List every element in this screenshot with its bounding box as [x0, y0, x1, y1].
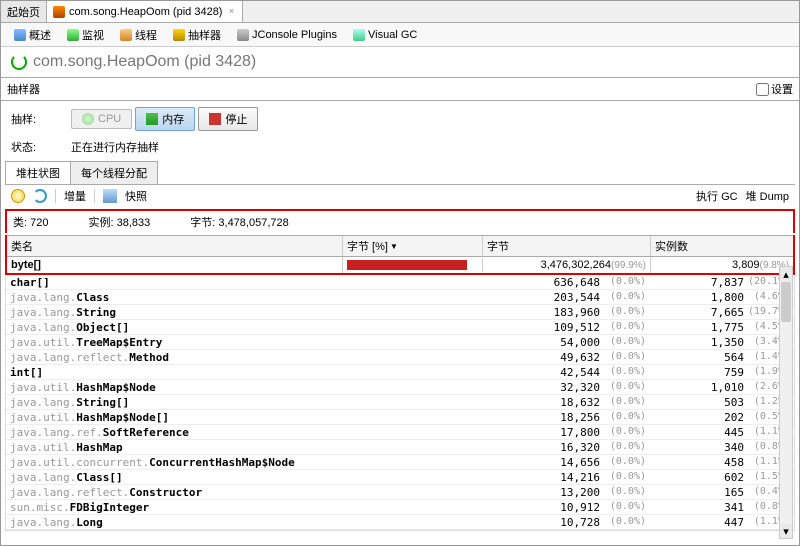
summary-row: 类: 720 实例: 38,833 字节: 3,478,057,728	[5, 209, 795, 233]
table-row[interactable]: java.lang.Long 10,728(0.0%)447(1.1%)	[6, 515, 794, 530]
small-toolbar: 增量 快照 执行 GC 堆 Dump	[5, 185, 795, 207]
header-bytes-pct[interactable]: 字节 [%] ▼	[343, 236, 483, 256]
title-row: com.song.HeapOom (pid 3428)	[1, 47, 799, 77]
jconsole-icon	[237, 29, 249, 41]
table-header: 类名 字节 [%] ▼ 字节 实例数	[7, 235, 793, 257]
header-classname[interactable]: 类名	[7, 236, 343, 256]
close-icon[interactable]: ×	[226, 7, 236, 17]
cell-instances: 447(1.1%)	[650, 514, 794, 531]
cell-bar	[342, 505, 482, 509]
stop-button[interactable]: 停止	[198, 107, 258, 131]
sort-desc-icon: ▼	[390, 242, 398, 251]
header-bytes[interactable]: 字节	[483, 236, 651, 256]
pause-icon[interactable]	[11, 189, 25, 203]
cell-bar	[342, 460, 482, 464]
controls-panel: 抽样: CPU 内存 停止 状态: 正在进行内存抽样	[1, 101, 799, 161]
cell-bar	[342, 520, 482, 524]
status-value: 正在进行内存抽样	[71, 139, 789, 155]
cpu-button: CPU	[71, 109, 132, 129]
table-row-highlight[interactable]: byte[] 3,476,302,264(99.9%) 3,809(9.8%)	[5, 257, 795, 275]
scroll-down-icon[interactable]: ▾	[780, 524, 792, 538]
cell-bar	[342, 490, 482, 494]
subtab-heap[interactable]: 堆柱状图	[5, 161, 71, 184]
cpu-icon	[82, 113, 94, 125]
subtabs: 堆柱状图 每个线程分配	[5, 161, 795, 185]
header-instances[interactable]: 实例数	[651, 236, 793, 256]
scroll-up-icon[interactable]: ▴	[780, 267, 792, 281]
heap-dump-button[interactable]: 堆 Dump	[746, 188, 789, 204]
top-tabs: 起始页 com.song.HeapOom (pid 3428) ×	[1, 1, 799, 23]
monitor-button[interactable]: 监视	[62, 25, 109, 45]
tab-main[interactable]: com.song.HeapOom (pid 3428) ×	[47, 1, 243, 22]
table-body: char[]636,648(0.0%)7,837(20.1%)java.lang…	[5, 275, 795, 531]
snapshot-button[interactable]: 快照	[125, 188, 147, 204]
settings-checkbox[interactable]	[756, 83, 769, 96]
view-toolbar: 概述 监视 线程 抽样器 JConsole Plugins Visual GC	[1, 23, 799, 47]
classes-count: 720	[30, 217, 48, 229]
scroll-thumb[interactable]	[781, 282, 791, 322]
cell-classname: java.lang.Long	[6, 514, 342, 531]
cell-bar	[342, 355, 482, 359]
cell-bar	[342, 370, 482, 374]
cell-bar	[342, 445, 482, 449]
scrollbar[interactable]: ▴ ▾	[779, 266, 793, 539]
visualgc-icon	[353, 29, 365, 41]
snapshot-icon	[103, 189, 117, 203]
cell-bar	[342, 430, 482, 434]
gc-button[interactable]: 执行 GC	[696, 188, 738, 204]
cell-bar	[342, 415, 482, 419]
tab-start-page[interactable]: 起始页	[1, 1, 47, 22]
overview-icon	[14, 29, 26, 41]
sampler-button[interactable]: 抽样器	[168, 25, 226, 45]
cell-bar	[342, 280, 482, 284]
bytes-count: 3,478,057,728	[218, 217, 288, 229]
visualgc-button[interactable]: Visual GC	[348, 27, 422, 43]
cell-instances: 3,809(9.8%)	[651, 257, 793, 273]
instances-count: 38,833	[117, 217, 151, 229]
sampler-label: 抽样器	[7, 81, 40, 97]
cell-bytes: 3,476,302,264(99.9%)	[483, 257, 651, 273]
table-wrap: 类名 字节 [%] ▼ 字节 实例数	[5, 235, 795, 257]
cell-bar	[342, 385, 482, 389]
tab-start-label: 起始页	[7, 4, 40, 20]
cell-bar	[342, 295, 482, 299]
status-label: 状态:	[11, 139, 71, 155]
page-title: com.song.HeapOom (pid 3428)	[33, 53, 256, 71]
cell-classname: byte[]	[7, 257, 343, 273]
cell-bar	[343, 258, 483, 272]
delta-button[interactable]: 增量	[64, 188, 86, 204]
sampler-icon	[173, 29, 185, 41]
subtab-per-thread[interactable]: 每个线程分配	[70, 161, 158, 184]
sample-label: 抽样:	[11, 111, 71, 127]
cell-bar	[342, 400, 482, 404]
cell-bar	[342, 325, 482, 329]
cell-bytes: 10,728(0.0%)	[482, 514, 650, 531]
java-icon	[53, 6, 65, 18]
memory-icon	[146, 113, 158, 125]
overview-button[interactable]: 概述	[9, 25, 56, 45]
sampler-bar: 抽样器 设置	[1, 77, 799, 101]
jconsole-button[interactable]: JConsole Plugins	[232, 27, 342, 43]
refresh-icon[interactable]	[11, 54, 27, 70]
stop-icon	[209, 113, 221, 125]
refresh-small-icon[interactable]	[33, 189, 47, 203]
monitor-icon	[67, 29, 79, 41]
cell-bar	[342, 340, 482, 344]
cell-bar	[342, 475, 482, 479]
threads-button[interactable]: 线程	[115, 25, 162, 45]
cell-bar	[342, 310, 482, 314]
tab-main-label: com.song.HeapOom (pid 3428)	[69, 6, 222, 18]
threads-icon	[120, 29, 132, 41]
memory-button[interactable]: 内存	[135, 107, 195, 131]
settings-toggle[interactable]: 设置	[756, 81, 793, 97]
